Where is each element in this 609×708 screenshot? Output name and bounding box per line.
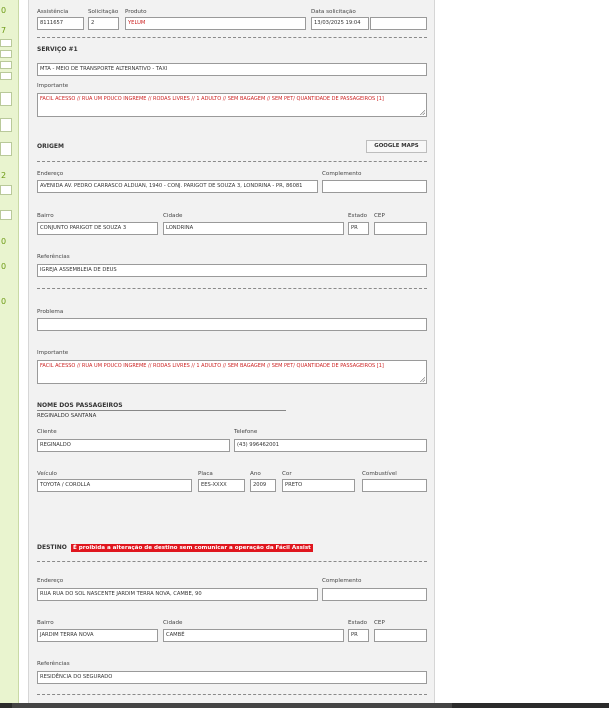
cliente-label: Cliente bbox=[37, 429, 57, 435]
destino-cidade-field[interactable]: CAMBÉ bbox=[163, 629, 344, 642]
destino-warning-banner: É proibida a alteração de destino sem co… bbox=[71, 544, 313, 552]
origem-endereco-label: Endereço bbox=[37, 171, 64, 177]
combustivel-label: Combustível bbox=[362, 471, 397, 477]
section-divider bbox=[37, 161, 427, 162]
strip-field[interactable] bbox=[0, 142, 12, 156]
telefone-label: Telefone bbox=[234, 429, 258, 435]
data-solicitacao-field[interactable]: 13/03/2025 19:04 bbox=[311, 17, 369, 30]
servico-importante-label: Importante bbox=[37, 83, 69, 89]
origem-referencias-label: Referências bbox=[37, 254, 70, 260]
google-maps-button[interactable]: GOOGLE MAPS bbox=[366, 140, 427, 153]
placa-label: Placa bbox=[198, 471, 213, 477]
data-solicitacao-label: Data solicitação bbox=[311, 9, 356, 15]
strip-field[interactable] bbox=[0, 210, 12, 220]
destino-cep-field[interactable] bbox=[374, 629, 427, 642]
taskbar bbox=[0, 703, 609, 708]
strip-number: 0 bbox=[1, 237, 7, 246]
ano-label: Ano bbox=[250, 471, 261, 477]
origem-complemento-label: Complemento bbox=[322, 171, 362, 177]
problema-importante-textarea[interactable]: FACIL ACESSO // RUA UM POUCO INGREME // … bbox=[37, 360, 427, 384]
strip-field[interactable] bbox=[0, 50, 12, 58]
origem-estado-field[interactable]: PR bbox=[348, 222, 369, 235]
passageiros-underline bbox=[37, 410, 286, 411]
resize-grip-icon[interactable] bbox=[420, 110, 425, 115]
section-divider bbox=[37, 37, 427, 38]
cor-label: Cor bbox=[282, 471, 292, 477]
destino-estado-label: Estado bbox=[348, 620, 368, 626]
solicitacao-label: Solicitação bbox=[88, 9, 119, 15]
produto-label: Produto bbox=[125, 9, 147, 15]
origem-bairro-field[interactable]: CONJUNTO PARIGOT DE SOUZA 3 bbox=[37, 222, 158, 235]
strip-number: 7 bbox=[1, 26, 7, 35]
veiculo-label: Veículo bbox=[37, 471, 57, 477]
section-divider bbox=[37, 694, 427, 695]
destino-endereco-label: Endereço bbox=[37, 578, 64, 584]
strip-field[interactable] bbox=[0, 39, 12, 47]
data-solicitacao-extra-field[interactable] bbox=[370, 17, 427, 30]
strip-field[interactable] bbox=[0, 185, 12, 195]
origem-cidade-field[interactable]: LONDRINA bbox=[163, 222, 344, 235]
side-panel-strip: 0 7 2 0 0 0 bbox=[0, 0, 19, 708]
cliente-field[interactable]: REGINALDO bbox=[37, 439, 230, 452]
strip-field[interactable] bbox=[0, 118, 12, 132]
strip-field[interactable] bbox=[0, 92, 12, 106]
combustivel-field[interactable] bbox=[362, 479, 427, 492]
strip-field[interactable] bbox=[0, 61, 12, 69]
assistencia-label: Assistência bbox=[37, 9, 69, 15]
veiculo-field[interactable]: TOYOTA / COROLLA bbox=[37, 479, 192, 492]
cor-field[interactable]: PRETO bbox=[282, 479, 355, 492]
assistencia-field[interactable]: 8111657 bbox=[37, 17, 84, 30]
servico-importante-textarea[interactable]: FACIL ACESSO // RUA UM POUCO INGREME // … bbox=[37, 93, 427, 117]
destino-referencias-field[interactable]: RESIDÊNCIA DO SEGURADO bbox=[37, 671, 427, 684]
service-form-panel: Assistência 8111657 Solicitação 2 Produt… bbox=[28, 0, 435, 706]
placa-field[interactable]: EES-XXXX bbox=[198, 479, 245, 492]
destino-complemento-field[interactable] bbox=[322, 588, 427, 601]
produto-field[interactable]: YELUM bbox=[125, 17, 306, 30]
destino-title: DESTINO bbox=[37, 544, 67, 551]
ano-field[interactable]: 2009 bbox=[250, 479, 276, 492]
destino-bairro-field[interactable]: JARDIM TERRA NOVA bbox=[37, 629, 158, 642]
strip-number: 0 bbox=[1, 6, 7, 15]
problema-field[interactable] bbox=[37, 318, 427, 331]
taskbar-segment bbox=[12, 703, 452, 708]
strip-number: 0 bbox=[1, 262, 7, 271]
problema-label: Problema bbox=[37, 309, 64, 315]
origem-complemento-field[interactable] bbox=[322, 180, 427, 193]
destino-estado-field[interactable]: PR bbox=[348, 629, 369, 642]
origem-title: ORIGEM bbox=[37, 143, 64, 150]
strip-number: 0 bbox=[1, 297, 7, 306]
origem-bairro-label: Bairro bbox=[37, 213, 54, 219]
servico-tipo-field[interactable]: MTA - MEIO DE TRANSPORTE ALTERNATIVO - T… bbox=[37, 63, 427, 76]
solicitacao-field[interactable]: 2 bbox=[88, 17, 119, 30]
problema-importante-text: FACIL ACESSO // RUA UM POUCO INGREME // … bbox=[40, 363, 384, 369]
passageiros-title: NOME DOS PASSAGEIROS bbox=[37, 402, 123, 409]
section-divider bbox=[37, 288, 427, 289]
section-divider bbox=[37, 561, 427, 562]
servico-title: SERVIÇO #1 bbox=[37, 46, 78, 53]
destino-bairro-label: Bairro bbox=[37, 620, 54, 626]
destino-complemento-label: Complemento bbox=[322, 578, 362, 584]
origem-referencias-field[interactable]: IGREJA ASSEMBLEIA DE DEUS bbox=[37, 264, 427, 277]
destino-endereco-field[interactable]: RUA RUA DO SOL NASCENTE JARDIM TERRA NOV… bbox=[37, 588, 318, 601]
destino-cep-label: CEP bbox=[374, 620, 385, 626]
origem-cep-label: CEP bbox=[374, 213, 385, 219]
resize-grip-icon[interactable] bbox=[420, 377, 425, 382]
telefone-field[interactable]: (43) 996462001 bbox=[234, 439, 427, 452]
origem-cidade-label: Cidade bbox=[163, 213, 183, 219]
problema-importante-label: Importante bbox=[37, 350, 69, 356]
strip-number: 2 bbox=[1, 171, 7, 180]
destino-cidade-label: Cidade bbox=[163, 620, 183, 626]
servico-importante-text: FACIL ACESSO // RUA UM POUCO INGREME // … bbox=[40, 96, 384, 102]
destino-referencias-label: Referências bbox=[37, 661, 70, 667]
passageiro-name: REGINALDO SANTANA bbox=[37, 413, 97, 419]
strip-field[interactable] bbox=[0, 72, 12, 80]
origem-estado-label: Estado bbox=[348, 213, 368, 219]
origem-endereco-field[interactable]: AVENIDA AV. PEDRO CARRASCO ALDUAN, 1940 … bbox=[37, 180, 318, 193]
origem-cep-field[interactable] bbox=[374, 222, 427, 235]
